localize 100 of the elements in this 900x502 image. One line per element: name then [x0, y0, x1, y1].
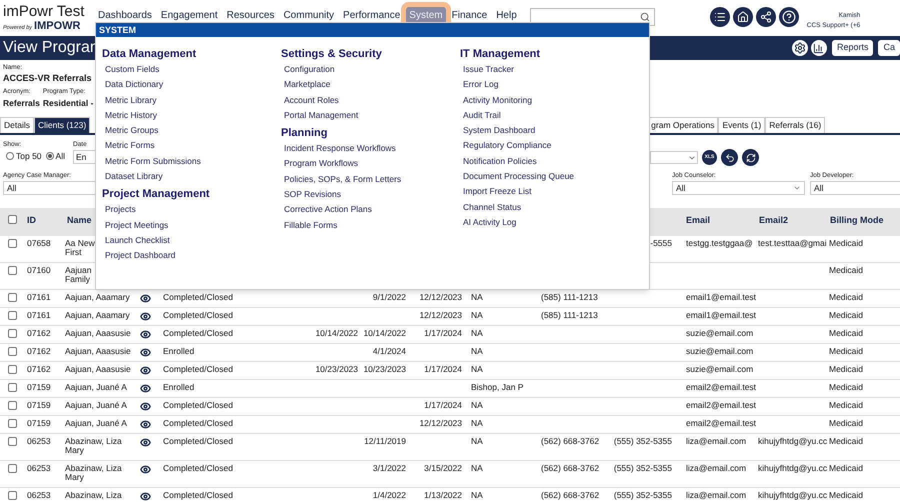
row-checkbox[interactable] — [8, 311, 17, 320]
table-cell-text: NA — [470, 419, 484, 428]
menu-item[interactable]: Fillable Forms — [281, 218, 338, 233]
row-checkbox[interactable] — [8, 464, 17, 473]
row-checkbox[interactable] — [8, 293, 17, 302]
table-cell[interactable]: Abazinaw, Liza Mary — [64, 437, 140, 455]
menu-item[interactable]: Regulatory Compliance — [460, 138, 552, 154]
nav-menu-item[interactable]: Dashboards — [95, 7, 155, 24]
menu-item[interactable]: Data Dictionary — [102, 77, 164, 93]
menu-item[interactable]: Incident Response Workflows — [281, 141, 396, 156]
table-cell[interactable]: Aajuan, Aaamary — [64, 311, 140, 320]
filter-select[interactable]: All — [810, 181, 900, 195]
tab[interactable]: Details — [0, 117, 34, 133]
row-checkbox[interactable] — [8, 266, 17, 275]
menu-item[interactable]: Custom Fields — [102, 62, 160, 78]
table-cell[interactable]: Aajuan, Aaasusie — [64, 329, 140, 338]
menu-item[interactable]: Portal Management — [281, 108, 358, 124]
menu-item[interactable]: Marketplace — [281, 77, 330, 93]
menu-item[interactable]: Corrective Action Plans — [281, 202, 372, 218]
nav-menu-item[interactable]: Resources — [224, 7, 278, 24]
nav-menu-item[interactable]: Engagement — [158, 7, 221, 24]
table-cell[interactable]: Aajuan, Aaasusie — [64, 365, 140, 374]
share-icon[interactable] — [756, 7, 776, 27]
refresh-icon[interactable] — [742, 149, 759, 166]
menu-item[interactable]: Metric Library — [102, 92, 156, 108]
toolbar-button[interactable]: Ca — [878, 40, 900, 56]
row-checkbox[interactable] — [8, 215, 17, 224]
menu-item[interactable]: AI Activity Log — [460, 214, 516, 230]
menu-item[interactable]: Notification Policies — [460, 154, 537, 170]
eye-icon[interactable] — [140, 347, 151, 358]
nav-menu-item[interactable]: Help — [493, 7, 520, 24]
search-icon[interactable] — [640, 12, 650, 22]
eye-icon[interactable] — [140, 293, 151, 304]
table-cell[interactable]: Aajuan, Aaamary — [64, 293, 140, 302]
tab[interactable]: gram Operations — [647, 117, 718, 133]
row-checkbox[interactable] — [8, 239, 17, 248]
eye-icon[interactable] — [140, 329, 151, 340]
menu-item[interactable]: Policies, SOPs, & Form Letters — [281, 172, 402, 188]
row-checkbox[interactable] — [8, 491, 17, 500]
eye-icon[interactable] — [140, 419, 151, 430]
nav-menu-item[interactable]: Finance — [448, 7, 490, 24]
tab[interactable]: Clients (123) — [34, 117, 90, 133]
radio-button[interactable] — [46, 152, 54, 160]
chart-icon[interactable] — [810, 40, 827, 56]
help-icon[interactable] — [778, 7, 799, 27]
menu-item[interactable]: Activity Monitoring — [460, 92, 532, 108]
eye-icon[interactable] — [140, 464, 151, 475]
settings-icon[interactable] — [792, 40, 808, 56]
row-checkbox[interactable] — [8, 365, 17, 374]
menu-item[interactable]: Document Processing Queue — [460, 169, 574, 184]
column-header[interactable]: Email2 — [755, 214, 826, 236]
table-cell[interactable]: Aajuan, Juané A — [64, 383, 140, 392]
row-checkbox[interactable] — [8, 347, 17, 356]
table-cell[interactable]: Abazinaw, Liza — [64, 491, 140, 500]
menu-item[interactable]: Error Log — [460, 77, 498, 93]
menu-item[interactable]: Issue Tracker — [460, 62, 514, 78]
table-cell[interactable]: Aajuan, Aaasusie — [64, 347, 140, 356]
menu-item[interactable]: SOP Revisions — [281, 187, 342, 202]
menu-item[interactable]: Metric Groups — [102, 123, 158, 138]
home-icon[interactable] — [732, 7, 753, 27]
row-checkbox[interactable] — [8, 329, 17, 338]
eye-icon[interactable] — [140, 401, 151, 412]
toolbar-button[interactable]: Reports — [832, 40, 874, 56]
menu-item[interactable]: Account Roles — [281, 92, 339, 108]
menu-item[interactable]: Projects — [102, 202, 136, 218]
menu-item[interactable]: System Dashboard — [460, 123, 536, 138]
menu-item[interactable]: Launch Checklist — [102, 232, 170, 248]
menu-item[interactable]: Audit Trail — [460, 108, 501, 124]
menu-item[interactable]: Channel Status — [460, 200, 522, 215]
menu-item[interactable]: Project Meetings — [102, 218, 168, 233]
radio-button[interactable] — [6, 152, 14, 160]
table-cell[interactable]: Aajuan, Juané A — [64, 419, 140, 428]
eye-icon[interactable] — [140, 365, 151, 376]
menu-item[interactable]: Metric History — [102, 108, 157, 124]
row-checkbox[interactable] — [8, 437, 17, 446]
table-cell-text: liza@email.com — [685, 491, 748, 500]
eye-icon[interactable] — [140, 491, 151, 502]
table-cell-text: Medicaid — [828, 329, 864, 338]
column-header[interactable]: ID — [24, 214, 64, 236]
eye-icon[interactable] — [140, 311, 151, 322]
tab[interactable]: Events (1) — [718, 117, 766, 133]
menu-item[interactable]: Configuration — [281, 62, 335, 78]
menu-item[interactable]: Import Freeze List — [460, 184, 532, 200]
row-checkbox[interactable] — [8, 383, 17, 392]
list-icon[interactable] — [710, 7, 730, 27]
table-cell[interactable]: Abazinaw, Liza Mary — [64, 464, 140, 482]
eye-icon[interactable] — [140, 383, 151, 394]
column-header[interactable]: Email — [676, 214, 755, 236]
undo-icon[interactable] — [721, 149, 738, 166]
nav-menu-item[interactable]: Performance — [340, 7, 404, 24]
row-checkbox[interactable] — [8, 401, 17, 410]
nav-menu-item[interactable]: Community — [280, 7, 338, 24]
menu-item[interactable]: Project Dashboard — [102, 248, 176, 264]
row-checkbox[interactable] — [8, 419, 17, 428]
column-header[interactable]: Billing Mode — [826, 214, 900, 236]
menu-item[interactable]: Program Workflows — [281, 156, 358, 172]
tab[interactable]: Referrals (16) — [765, 117, 826, 133]
filter-select[interactable]: All — [672, 181, 805, 195]
eye-icon[interactable] — [140, 437, 151, 448]
table-cell[interactable]: Aajuan, Juané A — [64, 401, 140, 410]
